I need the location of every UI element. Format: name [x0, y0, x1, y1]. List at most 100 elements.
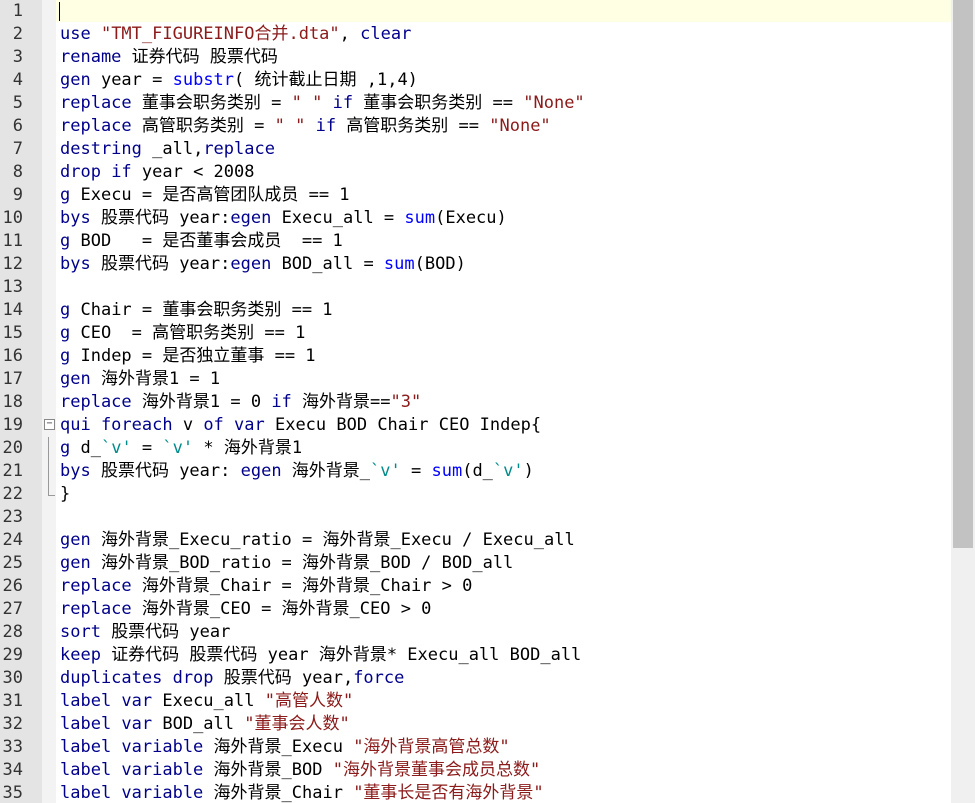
code-line[interactable]: 30 duplicates drop 股票代码 year,force — [0, 667, 951, 690]
code-line[interactable]: 14 g Chair = 董事会职务类别 == 1 — [0, 299, 951, 322]
code-line[interactable]: 17 gen 海外背景1 = 1 — [0, 368, 951, 391]
code-line[interactable]: 21 bys 股票代码 year: egen 海外背景_`v' = sum(d_`… — [0, 460, 951, 483]
code-text[interactable]: replace 海外背景1 = 0 if 海外背景=="3" — [60, 393, 421, 412]
code-text[interactable]: label var BOD_all "董事会人数" — [60, 715, 350, 734]
code-line[interactable]: 12 bys 股票代码 year:egen BOD_all = sum(BOD) — [0, 253, 951, 276]
code-token: label variable — [60, 760, 214, 780]
line-number: 15 — [2, 323, 23, 343]
code-token: clear — [360, 24, 412, 44]
code-line[interactable]: 1 — [0, 0, 951, 23]
code-line[interactable]: 28 sort 股票代码 year — [0, 621, 951, 644]
code-line[interactable]: 33 label variable 海外背景_Execu "海外背景高管总数" — [0, 736, 951, 759]
code-line[interactable]: 19 − qui foreach v of var Execu BOD Chair … — [0, 414, 951, 437]
code-line[interactable]: 3 rename 证券代码 股票代码 — [0, 46, 951, 69]
code-line[interactable]: 29 keep 证券代码 股票代码 year 海外背景* Execu_all BO… — [0, 644, 951, 667]
code-text[interactable]: keep 证券代码 股票代码 year 海外背景* Execu_all BOD_… — [60, 646, 581, 665]
code-line[interactable]: 16 g Indep = 是否独立董事 == 1 — [0, 345, 951, 368]
code-text[interactable]: replace 海外背景_CEO = 海外背景_CEO > 0 — [60, 600, 431, 619]
code-text[interactable]: bys 股票代码 year:egen Execu_all = sum(Execu… — [60, 209, 507, 228]
code-token: BOD_all — [162, 714, 245, 734]
code-token: (BOD) — [414, 254, 466, 274]
code-text[interactable]: bys 股票代码 year:egen BOD_all = sum(BOD) — [60, 255, 466, 274]
code-text[interactable]: bys 股票代码 year: egen 海外背景_`v' = sum(d_`v'… — [60, 462, 534, 481]
code-text[interactable]: use "TMT_FIGUREINFO合并.dta", clear — [60, 25, 411, 44]
code-line[interactable]: 22} — [0, 483, 951, 506]
line-number: 2 — [12, 24, 23, 44]
code-token: * 海外背景1 — [193, 438, 303, 458]
code-line[interactable]: 10 bys 股票代码 year:egen Execu_all = sum(Exe… — [0, 207, 951, 230]
vertical-scrollbar-thumb[interactable] — [953, 0, 973, 548]
code-line[interactable]: 6 replace 高管职务类别 = " " if 高管职务类别 == "None… — [0, 115, 951, 138]
code-token: gen — [60, 530, 101, 550]
code-line[interactable]: 18 replace 海外背景1 = 0 if 海外背景=="3" — [0, 391, 951, 414]
code-line[interactable]: 8 drop if year < 2008 — [0, 161, 951, 184]
line-number: 25 — [2, 553, 23, 573]
code-line[interactable]: 7 destring _all,replace — [0, 138, 951, 161]
code-token: Execu_all — [162, 691, 265, 711]
code-token: "海外背景高管总数" — [353, 737, 510, 757]
code-text[interactable]: drop if year < 2008 — [60, 163, 255, 182]
code-line[interactable]: 26 replace 海外背景_Chair = 海外背景_Chair > 0 — [0, 575, 951, 598]
code-text[interactable]: gen 海外背景_BOD_ratio = 海外背景_BOD / BOD_all — [60, 554, 513, 573]
code-text[interactable]: } — [60, 485, 70, 504]
code-line[interactable]: 25 gen 海外背景_BOD_ratio = 海外背景_BOD / BOD_al… — [0, 552, 951, 575]
code-line[interactable]: 4 gen year = substr( 统计截止日期 ,1,4) — [0, 69, 951, 92]
code-line[interactable]: 35 label variable 海外背景_Chair "董事长是否有海外背景" — [0, 782, 951, 803]
code-text[interactable]: replace 董事会职务类别 = " " if 董事会职务类别 == "Non… — [60, 94, 585, 113]
code-line[interactable]: 34 label variable 海外背景_BOD "海外背景董事会成员总数" — [0, 759, 951, 782]
code-text[interactable]: label var Execu_all "高管人数" — [60, 692, 353, 711]
code-token: _all, — [152, 139, 204, 159]
code-text[interactable]: label variable 海外背景_BOD "海外背景董事会成员总数" — [60, 761, 540, 780]
code-editor[interactable]: 1 2 use "TMT_FIGUREINFO合并.dta", clear 3 rena… — [0, 0, 951, 803]
code-text[interactable]: g Execu = 是否高管团队成员 == 1 — [60, 186, 350, 205]
code-token: "董事会人数" — [244, 714, 350, 734]
code-token: 海外背景_CEO = 海外背景_CEO > 0 — [141, 599, 432, 619]
code-line[interactable]: 11 g BOD = 是否董事会成员 == 1 — [0, 230, 951, 253]
code-text[interactable]: g d_`v' = `v' * 海外背景1 — [60, 439, 302, 458]
code-line[interactable]: 24 gen 海外背景_Execu_ratio = 海外背景_Execu / Ex… — [0, 529, 951, 552]
code-line[interactable]: 2 use "TMT_FIGUREINFO合并.dta", clear — [0, 23, 951, 46]
code-text[interactable]: gen 海外背景1 = 1 — [60, 370, 220, 389]
code-token: substr — [172, 70, 235, 90]
line-number: 33 — [2, 737, 23, 757]
code-line[interactable]: 9 g Execu = 是否高管团队成员 == 1 — [0, 184, 951, 207]
code-text[interactable]: qui foreach v of var Execu BOD Chair CEO… — [60, 416, 541, 435]
code-line[interactable]: 15 g CEO = 高管职务类别 == 1 — [0, 322, 951, 345]
code-text[interactable]: g Indep = 是否独立董事 == 1 — [60, 347, 316, 366]
code-token: " " — [291, 93, 323, 113]
code-text[interactable]: g Chair = 董事会职务类别 == 1 — [60, 301, 333, 320]
code-token: 海外背景_BOD — [213, 760, 333, 780]
code-line[interactable]: 32 label var BOD_all "董事会人数" — [0, 713, 951, 736]
code-text[interactable]: g BOD = 是否董事会成员 == 1 — [60, 232, 343, 251]
code-line[interactable]: 5 replace 董事会职务类别 = " " if 董事会职务类别 == "No… — [0, 92, 951, 115]
code-token: year = — [100, 70, 173, 90]
code-line[interactable]: 13 — [0, 276, 951, 299]
code-text[interactable]: replace 海外背景_Chair = 海外背景_Chair > 0 — [60, 577, 472, 596]
code-text[interactable]: sort 股票代码 year — [60, 623, 230, 642]
code-line[interactable]: 23 — [0, 506, 951, 529]
code-token: 董事会职务类别 = — [141, 93, 292, 113]
line-number: 31 — [2, 691, 23, 711]
line-number: 26 — [2, 576, 23, 596]
code-token: if — [315, 116, 337, 136]
line-number: 18 — [2, 392, 23, 412]
code-line[interactable]: 31 label var Execu_all "高管人数" — [0, 690, 951, 713]
fold-toggle-icon[interactable]: − — [44, 419, 55, 430]
code-text[interactable]: g CEO = 高管职务类别 == 1 — [60, 324, 305, 343]
code-token: 海外背景1 = 1 — [100, 369, 221, 389]
code-token: 证券代码 股票代码 year 海外背景* Execu_all BOD_all — [111, 645, 582, 665]
code-token: rename — [60, 47, 132, 67]
code-text[interactable]: label variable 海外背景_Chair "董事长是否有海外背景" — [60, 784, 544, 803]
code-line[interactable]: 20 g d_`v' = `v' * 海外背景1 — [0, 437, 951, 460]
code-line[interactable]: 27 replace 海外背景_CEO = 海外背景_CEO > 0 — [0, 598, 951, 621]
code-token: CEO = 高管职务类别 == 1 — [80, 323, 306, 343]
code-text[interactable]: replace 高管职务类别 = " " if 高管职务类别 == "None" — [60, 117, 551, 136]
code-text[interactable]: gen 海外背景_Execu_ratio = 海外背景_Execu / Exec… — [60, 531, 575, 550]
code-text[interactable]: gen year = substr( 统计截止日期 ,1,4) — [60, 71, 418, 90]
code-text[interactable]: duplicates drop 股票代码 year,force — [60, 669, 404, 688]
code-text[interactable]: rename 证券代码 股票代码 — [60, 48, 278, 67]
code-text[interactable]: label variable 海外背景_Execu "海外背景高管总数" — [60, 738, 510, 757]
line-number: 10 — [2, 208, 23, 228]
code-text[interactable]: destring _all,replace — [60, 140, 275, 159]
